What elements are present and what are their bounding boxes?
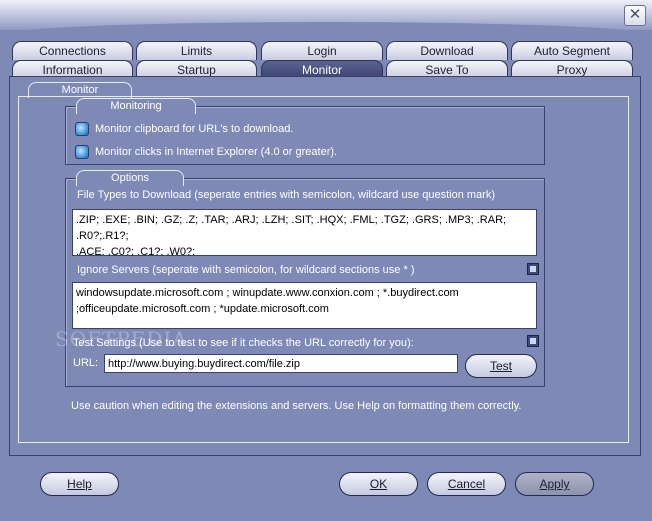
monitor-clipboard-label: Monitor clipboard for URL's to download.: [95, 123, 294, 135]
caution-text: Use caution when editing the extensions …: [71, 400, 522, 412]
cancel-button[interactable]: Cancel: [427, 472, 506, 496]
help-button[interactable]: Help: [40, 472, 119, 496]
file-types-textarea[interactable]: .ZIP; .EXE; .BIN; .GZ; .Z; .TAR; .ARJ; .…: [72, 209, 537, 256]
monitoring-group-title: Monitoring: [76, 98, 196, 114]
ok-button[interactable]: OK: [339, 472, 418, 496]
apply-button[interactable]: Apply: [515, 472, 594, 496]
monitor-clipboard-checkbox[interactable]: [75, 122, 89, 136]
monitor-ie-clicks-label: Monitor clicks in Internet Explorer (4.0…: [95, 146, 338, 158]
tab-limits[interactable]: Limits: [136, 41, 257, 60]
url-input[interactable]: http://www.buying.buydirect.com/file.zip: [104, 354, 458, 373]
tab-login[interactable]: Login: [261, 41, 383, 60]
monitor-ie-clicks-checkbox[interactable]: [75, 145, 89, 159]
url-label: URL:: [73, 357, 99, 369]
monitor-section-label: Monitor: [28, 82, 132, 98]
ignore-servers-label: Ignore Servers (seperate with semicolon,…: [77, 264, 415, 276]
edit-list-icon[interactable]: [527, 335, 539, 347]
tab-connections[interactable]: Connections: [12, 41, 133, 60]
edit-list-icon[interactable]: [527, 263, 539, 275]
ignore-servers-textarea[interactable]: windowsupdate.microsoft.com ; winupdate.…: [72, 282, 537, 329]
close-button[interactable]: ✕: [624, 5, 646, 26]
file-types-label: File Types to Download (seperate entries…: [77, 189, 495, 201]
tab-auto-segment[interactable]: Auto Segment: [511, 41, 633, 60]
options-group-title: Options: [76, 170, 184, 186]
close-icon: ✕: [628, 6, 642, 23]
test-settings-label: Test Settings (Use to test to see if it …: [73, 337, 414, 349]
tab-download[interactable]: Download: [386, 41, 508, 60]
test-button[interactable]: Test: [465, 354, 537, 378]
